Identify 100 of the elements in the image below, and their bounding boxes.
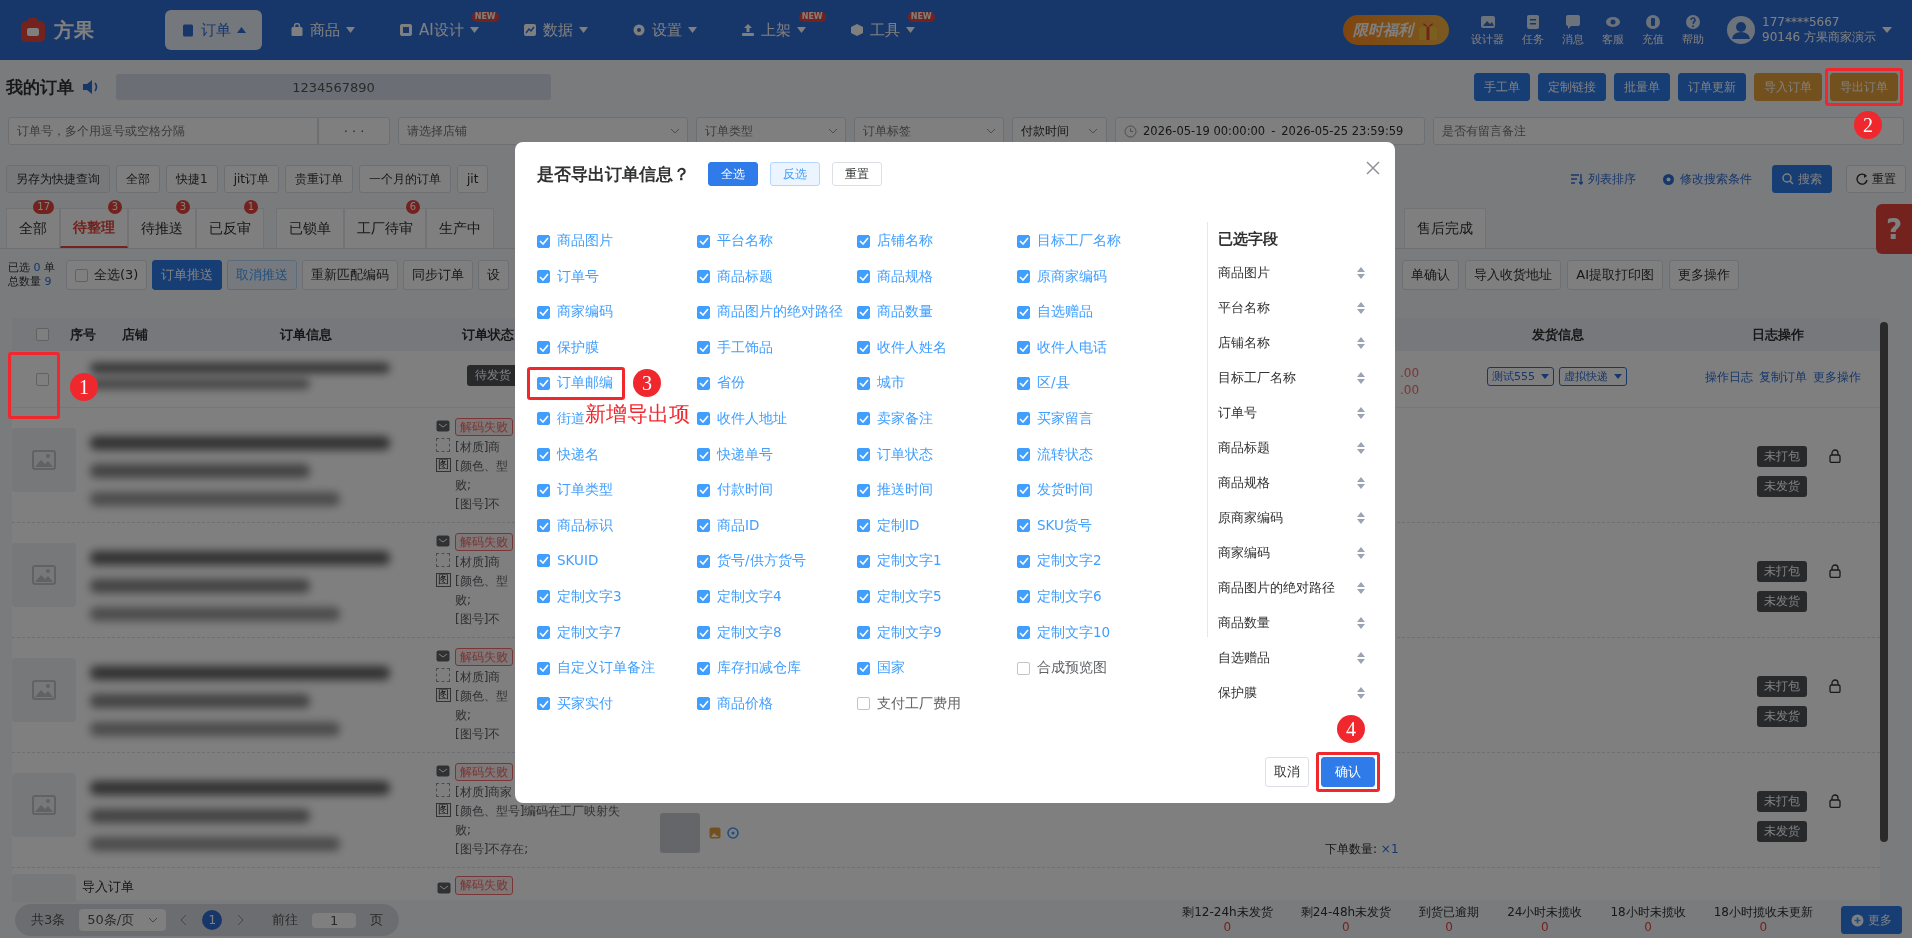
quick-filter-button[interactable]: 快捷1	[166, 165, 218, 193]
checkbox-label[interactable]: 商品图片的绝对路径	[717, 303, 843, 322]
checkbox-label[interactable]: 推送时间	[877, 481, 933, 500]
checkbox[interactable]	[537, 553, 550, 567]
scrollbar[interactable]	[1880, 322, 1888, 842]
checkbox[interactable]	[857, 554, 870, 568]
checkbox-label[interactable]: 卖家备注	[877, 409, 933, 428]
action-button[interactable]: 设	[478, 260, 510, 290]
checkbox-label[interactable]: 买家实付	[557, 694, 613, 713]
checkbox[interactable]	[697, 234, 710, 248]
checkbox-label[interactable]: 支付工厂费用	[877, 694, 961, 713]
checkbox[interactable]	[537, 234, 550, 248]
checkbox[interactable]	[1017, 519, 1030, 533]
checkbox[interactable]	[537, 341, 550, 355]
nav-item[interactable]: 设置	[615, 10, 713, 50]
checkbox-label[interactable]: 区/县	[1037, 374, 1070, 393]
quick-filter-button[interactable]: 全部	[116, 165, 160, 193]
checkbox-label[interactable]: 商品价格	[717, 694, 773, 713]
checkbox[interactable]	[697, 448, 710, 462]
checkbox[interactable]	[697, 376, 710, 390]
sort-icon[interactable]	[1357, 266, 1365, 279]
confirm-button[interactable]: 确认	[1321, 757, 1375, 787]
checkbox-label[interactable]: 定制文字5	[877, 587, 942, 606]
row-link[interactable]: 操作日志	[1705, 369, 1753, 386]
checkbox-label[interactable]: 定制ID	[877, 516, 920, 535]
checkbox[interactable]	[697, 590, 710, 604]
select-all-control[interactable]: 全选(3)	[66, 260, 148, 290]
sort-icon[interactable]	[1357, 301, 1365, 314]
sort-icon[interactable]	[1357, 476, 1365, 489]
action-button[interactable]: 单确认	[1402, 260, 1460, 290]
sort-icon[interactable]	[1357, 441, 1365, 454]
sort-icon[interactable]	[1357, 336, 1365, 349]
checkbox[interactable]	[697, 483, 710, 497]
toolbar-button[interactable]: 充值	[1638, 13, 1668, 47]
more-button[interactable]: 更多	[1841, 906, 1902, 934]
select-field[interactable]: 订单标签	[854, 117, 1004, 145]
checkbox-label[interactable]: 合成预览图	[1037, 659, 1107, 678]
checkbox[interactable]	[697, 341, 710, 355]
status-tab[interactable]: 生产中	[426, 208, 494, 248]
checkbox-label[interactable]: 付款时间	[717, 481, 773, 500]
checkbox[interactable]	[857, 697, 870, 711]
row-link[interactable]: 复制订单	[1759, 369, 1807, 386]
sort-icon[interactable]	[1357, 546, 1365, 559]
action-button[interactable]: 同步订单	[403, 260, 474, 290]
more-button[interactable]: · · ·	[318, 117, 390, 145]
checkbox[interactable]	[697, 661, 710, 675]
status-tab[interactable]: 已锁单	[276, 208, 344, 248]
checkbox-label[interactable]: 发货时间	[1037, 481, 1093, 500]
header-button[interactable]: 批量单	[1614, 73, 1670, 101]
sort-icon[interactable]	[1357, 651, 1365, 664]
checkbox-label[interactable]: 订单状态	[877, 445, 933, 464]
sort-icon[interactable]	[1357, 511, 1365, 524]
checkbox[interactable]	[537, 590, 550, 604]
checkbox[interactable]	[857, 661, 870, 675]
checkbox-label[interactable]: SKUID	[557, 552, 599, 569]
sort-icon[interactable]	[1357, 616, 1365, 629]
checkbox-label[interactable]: 定制文字7	[557, 623, 622, 642]
page-size-select[interactable]: 50条/页	[79, 909, 167, 931]
quick-filter-button[interactable]: 一个月的订单	[359, 165, 451, 193]
cancel-button[interactable]: 取消	[1265, 757, 1309, 787]
reset-button[interactable]: 重置	[832, 162, 882, 186]
checkbox[interactable]	[1017, 483, 1030, 497]
checkbox[interactable]	[537, 305, 550, 319]
header-button[interactable]: 定制链接	[1538, 73, 1606, 101]
header-button[interactable]: 导入订单	[1754, 73, 1822, 101]
checkbox-label[interactable]: 订单类型	[557, 481, 613, 500]
save-query-button[interactable]: 另存为快捷查询	[6, 165, 110, 193]
shop-select[interactable]: 测试555	[1487, 367, 1554, 386]
checkbox[interactable]	[697, 554, 710, 568]
reset-button[interactable]: 重置	[1846, 165, 1906, 193]
checkbox[interactable]	[857, 483, 870, 497]
checkbox-label[interactable]: 商品规格	[877, 267, 933, 286]
toolbar-button[interactable]: 设计器	[1467, 13, 1508, 47]
select-all-button[interactable]: 全选	[708, 162, 758, 186]
toolbar-button[interactable]: 帮助	[1678, 13, 1708, 47]
express-select[interactable]: 虚拟快递	[1559, 367, 1627, 386]
checkbox[interactable]	[857, 376, 870, 390]
checkbox-label[interactable]: 定制文字1	[877, 552, 942, 571]
checkbox-label[interactable]: 全选(3)	[94, 266, 139, 284]
nav-item[interactable]: 数据	[506, 10, 604, 50]
header-button[interactable]: 导出订单	[1830, 73, 1898, 101]
checkbox[interactable]	[857, 270, 870, 284]
sort-icon[interactable]	[1357, 686, 1365, 699]
status-tab[interactable]: 售后完成	[1404, 208, 1486, 248]
checkbox-label[interactable]: 商家编码	[557, 303, 613, 322]
nav-item[interactable]: 商品	[274, 10, 371, 50]
checkbox-label[interactable]: 定制文字3	[557, 587, 622, 606]
checkbox[interactable]	[75, 268, 88, 282]
checkbox[interactable]	[1017, 234, 1030, 248]
checkbox-label[interactable]: 货号/供方货号	[717, 552, 806, 571]
checkbox-label[interactable]: 商品数量	[877, 303, 933, 322]
checkbox[interactable]	[1017, 661, 1030, 675]
time-type-select[interactable]: 付款时间	[1012, 117, 1107, 145]
select-field[interactable]: 请选择店铺	[398, 117, 688, 145]
action-button[interactable]: 订单推送	[152, 260, 223, 290]
checkbox[interactable]	[1017, 270, 1030, 284]
checkbox-label[interactable]: 买家留言	[1037, 409, 1093, 428]
quick-filter-button[interactable]: jit	[457, 165, 489, 193]
action-button[interactable]: 更多操作	[1669, 260, 1739, 290]
image-icon[interactable]	[709, 827, 721, 839]
